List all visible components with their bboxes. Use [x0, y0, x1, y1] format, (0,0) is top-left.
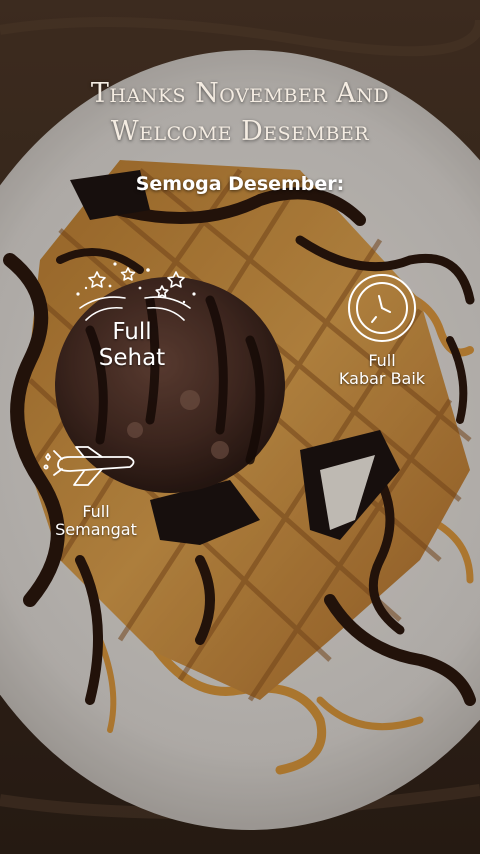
subtitle: Semoga Desember: [135, 173, 345, 195]
wish-line-2: Kabar Baik [338, 368, 426, 388]
wish-line-1: Full [82, 502, 110, 521]
wish-line-1: Full [368, 351, 396, 370]
clock-icon [348, 274, 416, 342]
wish-line-2: Sehat [98, 344, 166, 371]
story-overlay: Thanks November And Welcome Desember Sem… [0, 0, 480, 854]
wish-full-semangat: Full Semangat [36, 503, 156, 539]
wish-line-2: Semangat [55, 519, 137, 539]
title-line-2: Welcome Desember [110, 116, 370, 147]
wish-full-kabar-baik: Full Kabar Baik [322, 352, 442, 388]
wish-full-sehat: Full Sehat [82, 319, 182, 372]
title-line-1: Thanks November And [90, 78, 390, 109]
fireworks-icon [76, 262, 196, 321]
airplane-icon [43, 446, 135, 486]
wish-line-1: Full [112, 319, 152, 345]
